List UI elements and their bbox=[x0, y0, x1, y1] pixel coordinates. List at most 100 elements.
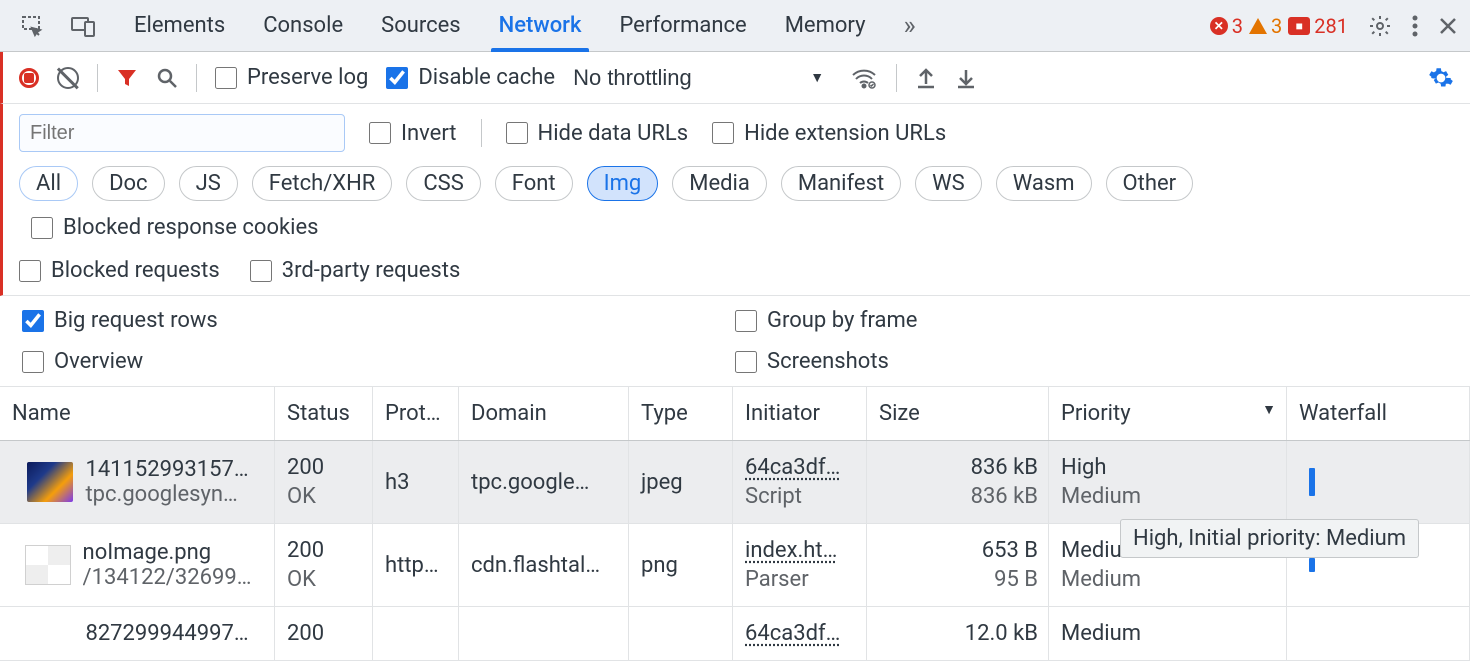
search-icon[interactable] bbox=[156, 67, 178, 89]
initiator-type: Script bbox=[745, 484, 856, 509]
group-frame-label: Group by frame bbox=[767, 308, 917, 333]
more-tabs-icon[interactable]: » bbox=[903, 11, 909, 41]
third-party-checkbox[interactable]: 3rd-party requests bbox=[250, 258, 461, 283]
blocked-cookies-checkbox[interactable]: Blocked response cookies bbox=[31, 215, 319, 240]
panel-tabs: Elements Console Sources Network Perform… bbox=[134, 1, 910, 50]
filter-pill-other[interactable]: Other bbox=[1106, 166, 1194, 201]
export-har-icon[interactable] bbox=[915, 66, 937, 90]
filter-pill-wasm[interactable]: Wasm bbox=[996, 166, 1092, 201]
tab-network[interactable]: Network bbox=[499, 1, 582, 50]
filter-pill-css[interactable]: CSS bbox=[406, 166, 480, 201]
type: png bbox=[641, 553, 722, 578]
throttling-select[interactable]: No throttling bbox=[573, 65, 832, 90]
disable-cache-checkbox[interactable]: Disable cache bbox=[386, 65, 555, 90]
invert-label: Invert bbox=[401, 121, 457, 146]
col-status[interactable]: Status bbox=[275, 387, 373, 440]
col-type[interactable]: Type bbox=[629, 387, 733, 440]
resource-type-filters: All Doc JS Fetch/XHR CSS Font Img Media … bbox=[0, 160, 1470, 250]
protocol: h3 bbox=[385, 470, 448, 495]
initiator-link[interactable]: 64ca3df… bbox=[745, 621, 856, 646]
priority-tooltip: High, Initial priority: Medium bbox=[1120, 519, 1419, 558]
filter-input[interactable] bbox=[19, 114, 345, 152]
blocked-requests-label: Blocked requests bbox=[51, 258, 220, 283]
record-button[interactable] bbox=[19, 68, 39, 88]
network-settings-icon[interactable] bbox=[1428, 65, 1454, 91]
priority: High bbox=[1061, 455, 1276, 480]
tab-performance[interactable]: Performance bbox=[619, 1, 746, 50]
network-conditions-icon[interactable] bbox=[850, 66, 878, 90]
filter-toggle-icon[interactable] bbox=[116, 67, 138, 89]
warning-icon bbox=[1249, 18, 1267, 34]
invert-checkbox[interactable]: Invert bbox=[369, 121, 457, 146]
preserve-log-checkbox[interactable]: Preserve log bbox=[215, 65, 368, 90]
hide-data-urls-label: Hide data URLs bbox=[538, 121, 689, 146]
settings-icon[interactable] bbox=[1368, 14, 1392, 38]
request-thumbnail bbox=[25, 545, 71, 585]
table-row[interactable]: 827299944997… 200 64ca3df… 12.0 kB Mediu… bbox=[0, 607, 1470, 661]
overview-label: Overview bbox=[54, 349, 143, 374]
hide-extension-urls-checkbox[interactable]: Hide extension URLs bbox=[712, 121, 946, 146]
status-code: 200 bbox=[287, 455, 362, 480]
domain: tpc.google… bbox=[471, 470, 618, 495]
table-row[interactable]: 141152993157… tpc.googlesyn… 200 OK h3 tp… bbox=[0, 441, 1470, 524]
filter-pill-ws[interactable]: WS bbox=[915, 166, 982, 201]
overview-checkbox[interactable]: Overview bbox=[22, 349, 735, 374]
filter-pill-js[interactable]: JS bbox=[179, 166, 238, 201]
network-toolbar: Preserve log Disable cache No throttling bbox=[0, 52, 1470, 104]
filter-pill-doc[interactable]: Doc bbox=[92, 166, 165, 201]
initiator-type: Parser bbox=[745, 567, 856, 592]
separator bbox=[481, 119, 482, 147]
col-protocol[interactable]: Prot… bbox=[373, 387, 459, 440]
error-icon: ✕ bbox=[1210, 17, 1228, 35]
filter-pill-font[interactable]: Font bbox=[495, 166, 573, 201]
filter-pill-all[interactable]: All bbox=[19, 166, 78, 201]
tab-memory[interactable]: Memory bbox=[785, 1, 866, 50]
group-by-frame-checkbox[interactable]: Group by frame bbox=[735, 308, 1448, 333]
separator bbox=[196, 64, 197, 92]
status-text: OK bbox=[287, 484, 362, 509]
screenshots-checkbox[interactable]: Screenshots bbox=[735, 349, 1448, 374]
request-path: tpc.googlesyn… bbox=[85, 482, 248, 507]
import-har-icon[interactable] bbox=[955, 66, 977, 90]
status-code: 200 bbox=[287, 538, 362, 563]
filter-pill-media[interactable]: Media bbox=[672, 166, 767, 201]
issues-icon: ■ bbox=[1288, 17, 1310, 35]
kebab-menu-icon[interactable] bbox=[1412, 14, 1418, 38]
issue-counters[interactable]: ✕3 3 ■281 bbox=[1210, 14, 1348, 38]
col-initiator[interactable]: Initiator bbox=[733, 387, 867, 440]
filter-pill-manifest[interactable]: Manifest bbox=[781, 166, 901, 201]
initial-priority: Medium bbox=[1061, 567, 1276, 592]
waterfall-bar bbox=[1309, 468, 1315, 496]
table-header: Name Status Prot… Domain Type Initiator … bbox=[0, 387, 1470, 441]
initial-priority: Medium bbox=[1061, 484, 1276, 509]
big-request-rows-checkbox[interactable]: Big request rows bbox=[22, 308, 735, 333]
tab-elements[interactable]: Elements bbox=[134, 1, 225, 50]
initiator-link[interactable]: 64ca3df… bbox=[745, 455, 856, 480]
col-name[interactable]: Name bbox=[0, 387, 275, 440]
request-name: 827299944997… bbox=[85, 621, 248, 646]
initiator-link[interactable]: index.ht… bbox=[745, 538, 856, 563]
col-priority[interactable]: Priority▼ bbox=[1049, 387, 1287, 440]
priority: Medium bbox=[1061, 621, 1276, 646]
col-size[interactable]: Size bbox=[867, 387, 1049, 440]
third-party-label: 3rd-party requests bbox=[282, 258, 461, 283]
warning-count: 3 bbox=[1271, 14, 1282, 38]
domain: cdn.flashtal… bbox=[471, 553, 618, 578]
col-priority-label: Priority bbox=[1061, 401, 1131, 426]
filter-pill-img[interactable]: Img bbox=[587, 166, 659, 201]
close-devtools-icon[interactable] bbox=[1438, 16, 1458, 36]
tab-sources[interactable]: Sources bbox=[381, 1, 461, 50]
filter-pill-fetch-xhr[interactable]: Fetch/XHR bbox=[252, 166, 393, 201]
hide-data-urls-checkbox[interactable]: Hide data URLs bbox=[506, 121, 689, 146]
blocked-requests-checkbox[interactable]: Blocked requests bbox=[19, 258, 220, 283]
clear-button[interactable] bbox=[57, 67, 79, 89]
tab-console[interactable]: Console bbox=[263, 1, 343, 50]
inspect-icon[interactable] bbox=[20, 14, 44, 38]
col-domain[interactable]: Domain bbox=[459, 387, 629, 440]
col-waterfall[interactable]: Waterfall bbox=[1287, 387, 1470, 440]
device-toggle-icon[interactable] bbox=[70, 15, 96, 37]
screenshots-label: Screenshots bbox=[767, 349, 889, 374]
filter-bar: Invert Hide data URLs Hide extension URL… bbox=[0, 104, 1470, 160]
error-count: 3 bbox=[1232, 14, 1243, 38]
request-name: 141152993157… bbox=[85, 457, 248, 482]
